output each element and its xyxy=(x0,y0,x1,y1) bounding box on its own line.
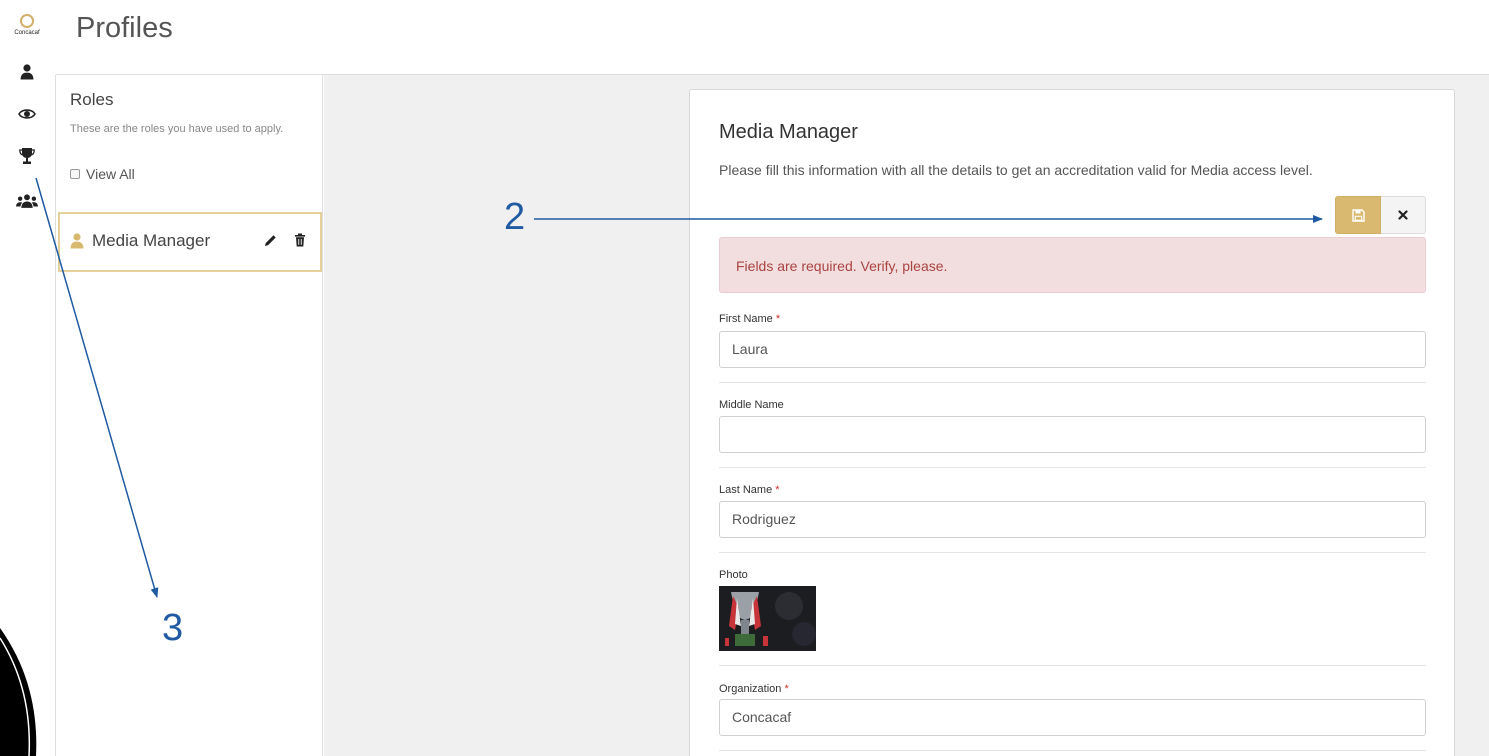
callout-3-arrow xyxy=(35,177,159,598)
annotation-overlay xyxy=(0,177,1323,756)
callout-2-number: 2 xyxy=(504,196,526,238)
callout-3-number: 3 xyxy=(162,607,184,649)
